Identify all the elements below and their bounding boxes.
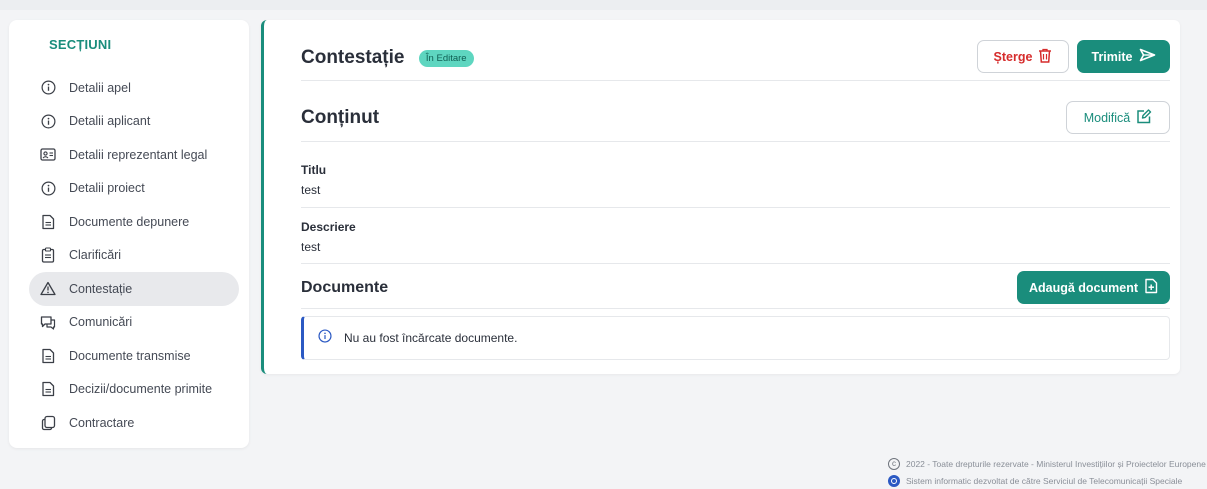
sidebar-item-detalii-apel[interactable]: Detalii apel <box>29 71 239 105</box>
modify-button-label: Modifică <box>1083 110 1131 125</box>
chat-icon <box>39 313 57 331</box>
divider <box>301 263 1170 264</box>
warning-triangle-icon <box>39 280 57 298</box>
content-section-header: Conținut <box>301 107 1170 129</box>
field-label: Descriere <box>301 220 356 234</box>
contestatie-panel: Contestație În Editare Șterge Trimite Co… <box>261 20 1180 374</box>
page-title: Contestație <box>301 47 405 68</box>
copy-icon <box>39 414 57 432</box>
divider <box>301 308 1170 309</box>
divider <box>301 207 1170 208</box>
clipboard-icon <box>39 246 57 264</box>
content-title: Conținut <box>301 107 380 128</box>
sidebar-item-label: Contractare <box>69 415 135 430</box>
sidebar-item-decizii-documente-primite[interactable]: Decizii/documente primite <box>29 373 239 407</box>
field-value: test <box>301 183 321 197</box>
sidebar-item-label: Detalii reprezentant legal <box>69 147 208 162</box>
sidebar-item-detalii-aplicant[interactable]: Detalii aplicant <box>29 105 239 139</box>
sidebar-item-label: Contestație <box>69 281 133 296</box>
sections-sidebar: SECȚIUNI Detalii apel Detalii aplicant D… <box>9 20 249 448</box>
top-band <box>0 0 1207 10</box>
copyright-line: c 2022 - Toate drepturile rezervate - Mi… <box>888 455 1207 472</box>
sidebar-item-contractare[interactable]: Contractare <box>29 406 239 440</box>
send-button-label: Trimite <box>1091 49 1133 64</box>
document-icon <box>39 347 57 365</box>
modify-button[interactable]: Modifică <box>1066 101 1170 134</box>
copyright-text: 2022 - Toate drepturile rezervate - Mini… <box>906 458 1206 469</box>
sidebar-nav: Detalii apel Detalii aplicant Detalii re… <box>29 71 239 440</box>
field-value: test <box>301 240 321 254</box>
sidebar-item-detalii-proiect[interactable]: Detalii proiect <box>29 172 239 206</box>
sidebar-title: SECȚIUNI <box>49 37 112 52</box>
delete-button[interactable]: Șterge <box>977 40 1069 73</box>
copyright-icon: c <box>888 457 900 470</box>
developer-line: Sistem informatic dezvoltat de către Ser… <box>888 472 1207 489</box>
status-badge: În Editare <box>418 50 474 68</box>
sidebar-item-label: Detalii aplicant <box>69 114 151 129</box>
delete-button-label: Șterge <box>993 49 1033 64</box>
file-plus-icon <box>1144 278 1158 297</box>
send-button[interactable]: Trimite <box>1077 40 1170 73</box>
sidebar-item-documente-depunere[interactable]: Documente depunere <box>29 205 239 239</box>
sidebar-item-label: Decizii/documente primite <box>69 382 213 397</box>
info-circle-icon <box>39 79 57 97</box>
field-description: Descriere test <box>301 220 1170 254</box>
field-title: Titlu test <box>301 163 1170 197</box>
sidebar-item-label: Documente transmise <box>69 348 191 363</box>
divider <box>301 80 1170 81</box>
sidebar-item-label: Detalii apel <box>69 80 131 95</box>
sidebar-item-comunicari[interactable]: Comunicări <box>29 306 239 340</box>
sidebar-item-label: Documente depunere <box>69 214 190 229</box>
send-icon <box>1139 48 1156 65</box>
add-document-button-label: Adaugă document <box>1028 280 1139 295</box>
developer-text: Sistem informatic dezvoltat de către Ser… <box>906 475 1183 486</box>
field-label: Titlu <box>301 163 327 177</box>
trash-icon <box>1038 48 1052 66</box>
documents-title: Documente <box>301 279 389 296</box>
info-circle-icon <box>39 112 57 130</box>
info-circle-icon <box>39 179 57 197</box>
edit-icon <box>1136 108 1152 127</box>
document-icon <box>39 380 57 398</box>
sidebar-item-contestatie[interactable]: Contestație <box>29 272 239 306</box>
no-documents-alert: Nu au fost încărcate documente. <box>301 316 1170 360</box>
info-circle-icon <box>318 328 332 348</box>
sidebar-item-label: Comunicări <box>69 315 133 330</box>
footer: c 2022 - Toate drepturile rezervate - Mi… <box>888 455 1207 489</box>
sts-logo-icon <box>888 474 900 487</box>
sidebar-item-detalii-reprezentant-legal[interactable]: Detalii reprezentant legal <box>29 138 239 172</box>
divider <box>301 141 1170 142</box>
sidebar-item-label: Detalii proiect <box>69 181 145 196</box>
sidebar-item-documente-transmise[interactable]: Documente transmise <box>29 339 239 373</box>
document-icon <box>39 213 57 231</box>
sidebar-item-clarificari[interactable]: Clarificări <box>29 239 239 273</box>
sidebar-item-label: Clarificări <box>69 248 122 263</box>
empty-message: Nu au fost încărcate documente. <box>344 331 518 345</box>
add-document-button[interactable]: Adaugă document <box>1017 271 1170 304</box>
id-card-icon <box>39 146 57 164</box>
